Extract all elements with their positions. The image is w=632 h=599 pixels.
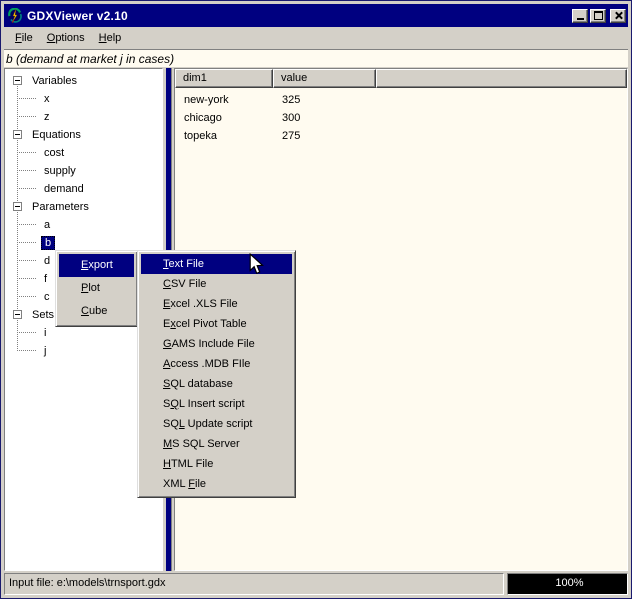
tree-branch-line — [17, 296, 36, 297]
export-submenu-item[interactable]: SQL Insert script — [141, 394, 292, 414]
maximize-icon — [594, 11, 603, 20]
status-input-file: Input file: e:\models\trnsport.gdx — [4, 573, 504, 595]
export-submenu: Text File CSV File Excel .XLS File Excel… — [137, 250, 296, 498]
menubar-item[interactable]: Options — [40, 30, 92, 46]
tree-item-label[interactable]: a — [41, 218, 53, 232]
tree-branch-line — [17, 260, 36, 261]
tree-branch-line — [17, 116, 36, 117]
cell-value: 300 — [273, 112, 376, 124]
arrow-cursor-icon — [247, 253, 265, 275]
cell-value: 275 — [273, 130, 376, 142]
export-submenu-item[interactable]: Excel .XLS File — [141, 294, 292, 314]
minimize-button[interactable] — [572, 9, 588, 23]
tree-branch-line — [17, 170, 36, 171]
export-submenu-item[interactable]: Excel Pivot Table — [141, 314, 292, 334]
tree-item-label[interactable]: c — [41, 290, 53, 304]
table-row[interactable]: topeka 275 — [175, 127, 627, 145]
tree-row[interactable]: x — [5, 90, 162, 108]
collapse-minus-icon[interactable] — [13, 76, 22, 85]
app-window: GDXViewer v2.10 File Options Help b (dem… — [0, 0, 632, 599]
tree-row[interactable]: Parameters — [5, 198, 162, 216]
context-menu: Export Plot Cube — [55, 250, 138, 327]
tree-branch-line — [17, 224, 36, 225]
tree-item-label[interactable]: Equations — [29, 128, 84, 142]
titlebar[interactable]: GDXViewer v2.10 — [4, 4, 628, 27]
context-menu-item[interactable]: Export — [59, 254, 134, 277]
export-submenu-item[interactable]: HTML File — [141, 454, 292, 474]
tree-branch-line — [17, 242, 36, 243]
table-header-row: dim1 value — [175, 69, 627, 88]
tree-row[interactable]: Variables — [5, 72, 162, 90]
progress-bar: 100% — [507, 573, 628, 595]
close-button[interactable] — [610, 9, 626, 23]
tree-row[interactable]: demand — [5, 180, 162, 198]
tree-item-label[interactable]: cost — [41, 146, 67, 160]
statusbar: Input file: e:\models\trnsport.gdx 100% — [4, 573, 628, 595]
context-menu-item[interactable]: Plot — [59, 277, 134, 300]
table-row[interactable]: new-york 325 — [175, 91, 627, 109]
tree-row[interactable]: z — [5, 108, 162, 126]
tree-branch-line — [17, 188, 36, 189]
app-logo-icon — [7, 8, 23, 24]
window-title: GDXViewer v2.10 — [27, 9, 570, 23]
menubar: File Options Help — [4, 27, 628, 49]
table-column-header[interactable]: value — [273, 69, 376, 88]
table-body: new-york 325 chicago 300 topeka 275 — [175, 91, 627, 145]
tree-branch-line — [17, 350, 36, 351]
export-submenu-item[interactable]: GAMS Include File — [141, 334, 292, 354]
export-submenu-item[interactable]: MS SQL Server — [141, 434, 292, 454]
tree-branch-line — [17, 332, 36, 333]
collapse-minus-icon[interactable] — [13, 202, 22, 211]
export-submenu-item[interactable]: CSV File — [141, 274, 292, 294]
export-submenu-item[interactable]: SQL database — [141, 374, 292, 394]
table-row[interactable]: chicago 300 — [175, 109, 627, 127]
tree-item-label[interactable]: z — [41, 110, 53, 124]
menubar-item[interactable]: Help — [92, 30, 129, 46]
context-menu-item[interactable]: Cube — [59, 300, 134, 323]
tree-item-label[interactable]: demand — [41, 182, 87, 196]
maximize-button[interactable] — [590, 9, 606, 23]
tree-item-label[interactable]: Sets — [29, 308, 57, 322]
export-submenu-item[interactable]: Access .MDB FIle — [141, 354, 292, 374]
cell-dim1: new-york — [175, 94, 273, 106]
tree-item-label[interactable]: i — [41, 326, 49, 340]
cell-dim1: topeka — [175, 130, 273, 142]
minimize-icon — [577, 18, 584, 20]
tree-row[interactable]: Equations — [5, 126, 162, 144]
tree-item-label[interactable]: supply — [41, 164, 79, 178]
tree-row[interactable]: a — [5, 216, 162, 234]
table-column-header[interactable] — [376, 69, 627, 88]
table-column-header[interactable]: dim1 — [175, 69, 273, 88]
tree-item-label[interactable]: f — [41, 272, 50, 286]
symbol-description-label: b (demand at market j in cases) — [4, 49, 628, 67]
tree-row[interactable]: supply — [5, 162, 162, 180]
collapse-minus-icon[interactable] — [13, 130, 22, 139]
tree-item-label[interactable]: Variables — [29, 74, 80, 88]
menubar-item[interactable]: File — [8, 30, 40, 46]
export-submenu-item[interactable]: SQL Update script — [141, 414, 292, 434]
tree-item-label[interactable]: d — [41, 254, 53, 268]
tree-item-label[interactable]: x — [41, 92, 53, 106]
tree-branch-line — [17, 152, 36, 153]
cell-value: 325 — [273, 94, 376, 106]
close-icon — [614, 11, 623, 20]
export-submenu-item[interactable]: XML File — [141, 474, 292, 494]
tree-branch-line — [17, 278, 36, 279]
export-submenu-item[interactable]: Text File — [141, 254, 292, 274]
collapse-minus-icon[interactable] — [13, 310, 22, 319]
tree-item-label[interactable]: Parameters — [29, 200, 92, 214]
tree-row[interactable]: cost — [5, 144, 162, 162]
tree-item-label[interactable]: j — [41, 344, 49, 358]
tree-item-label[interactable]: b — [41, 236, 55, 250]
tree-branch-line — [17, 98, 36, 99]
cell-dim1: chicago — [175, 112, 273, 124]
